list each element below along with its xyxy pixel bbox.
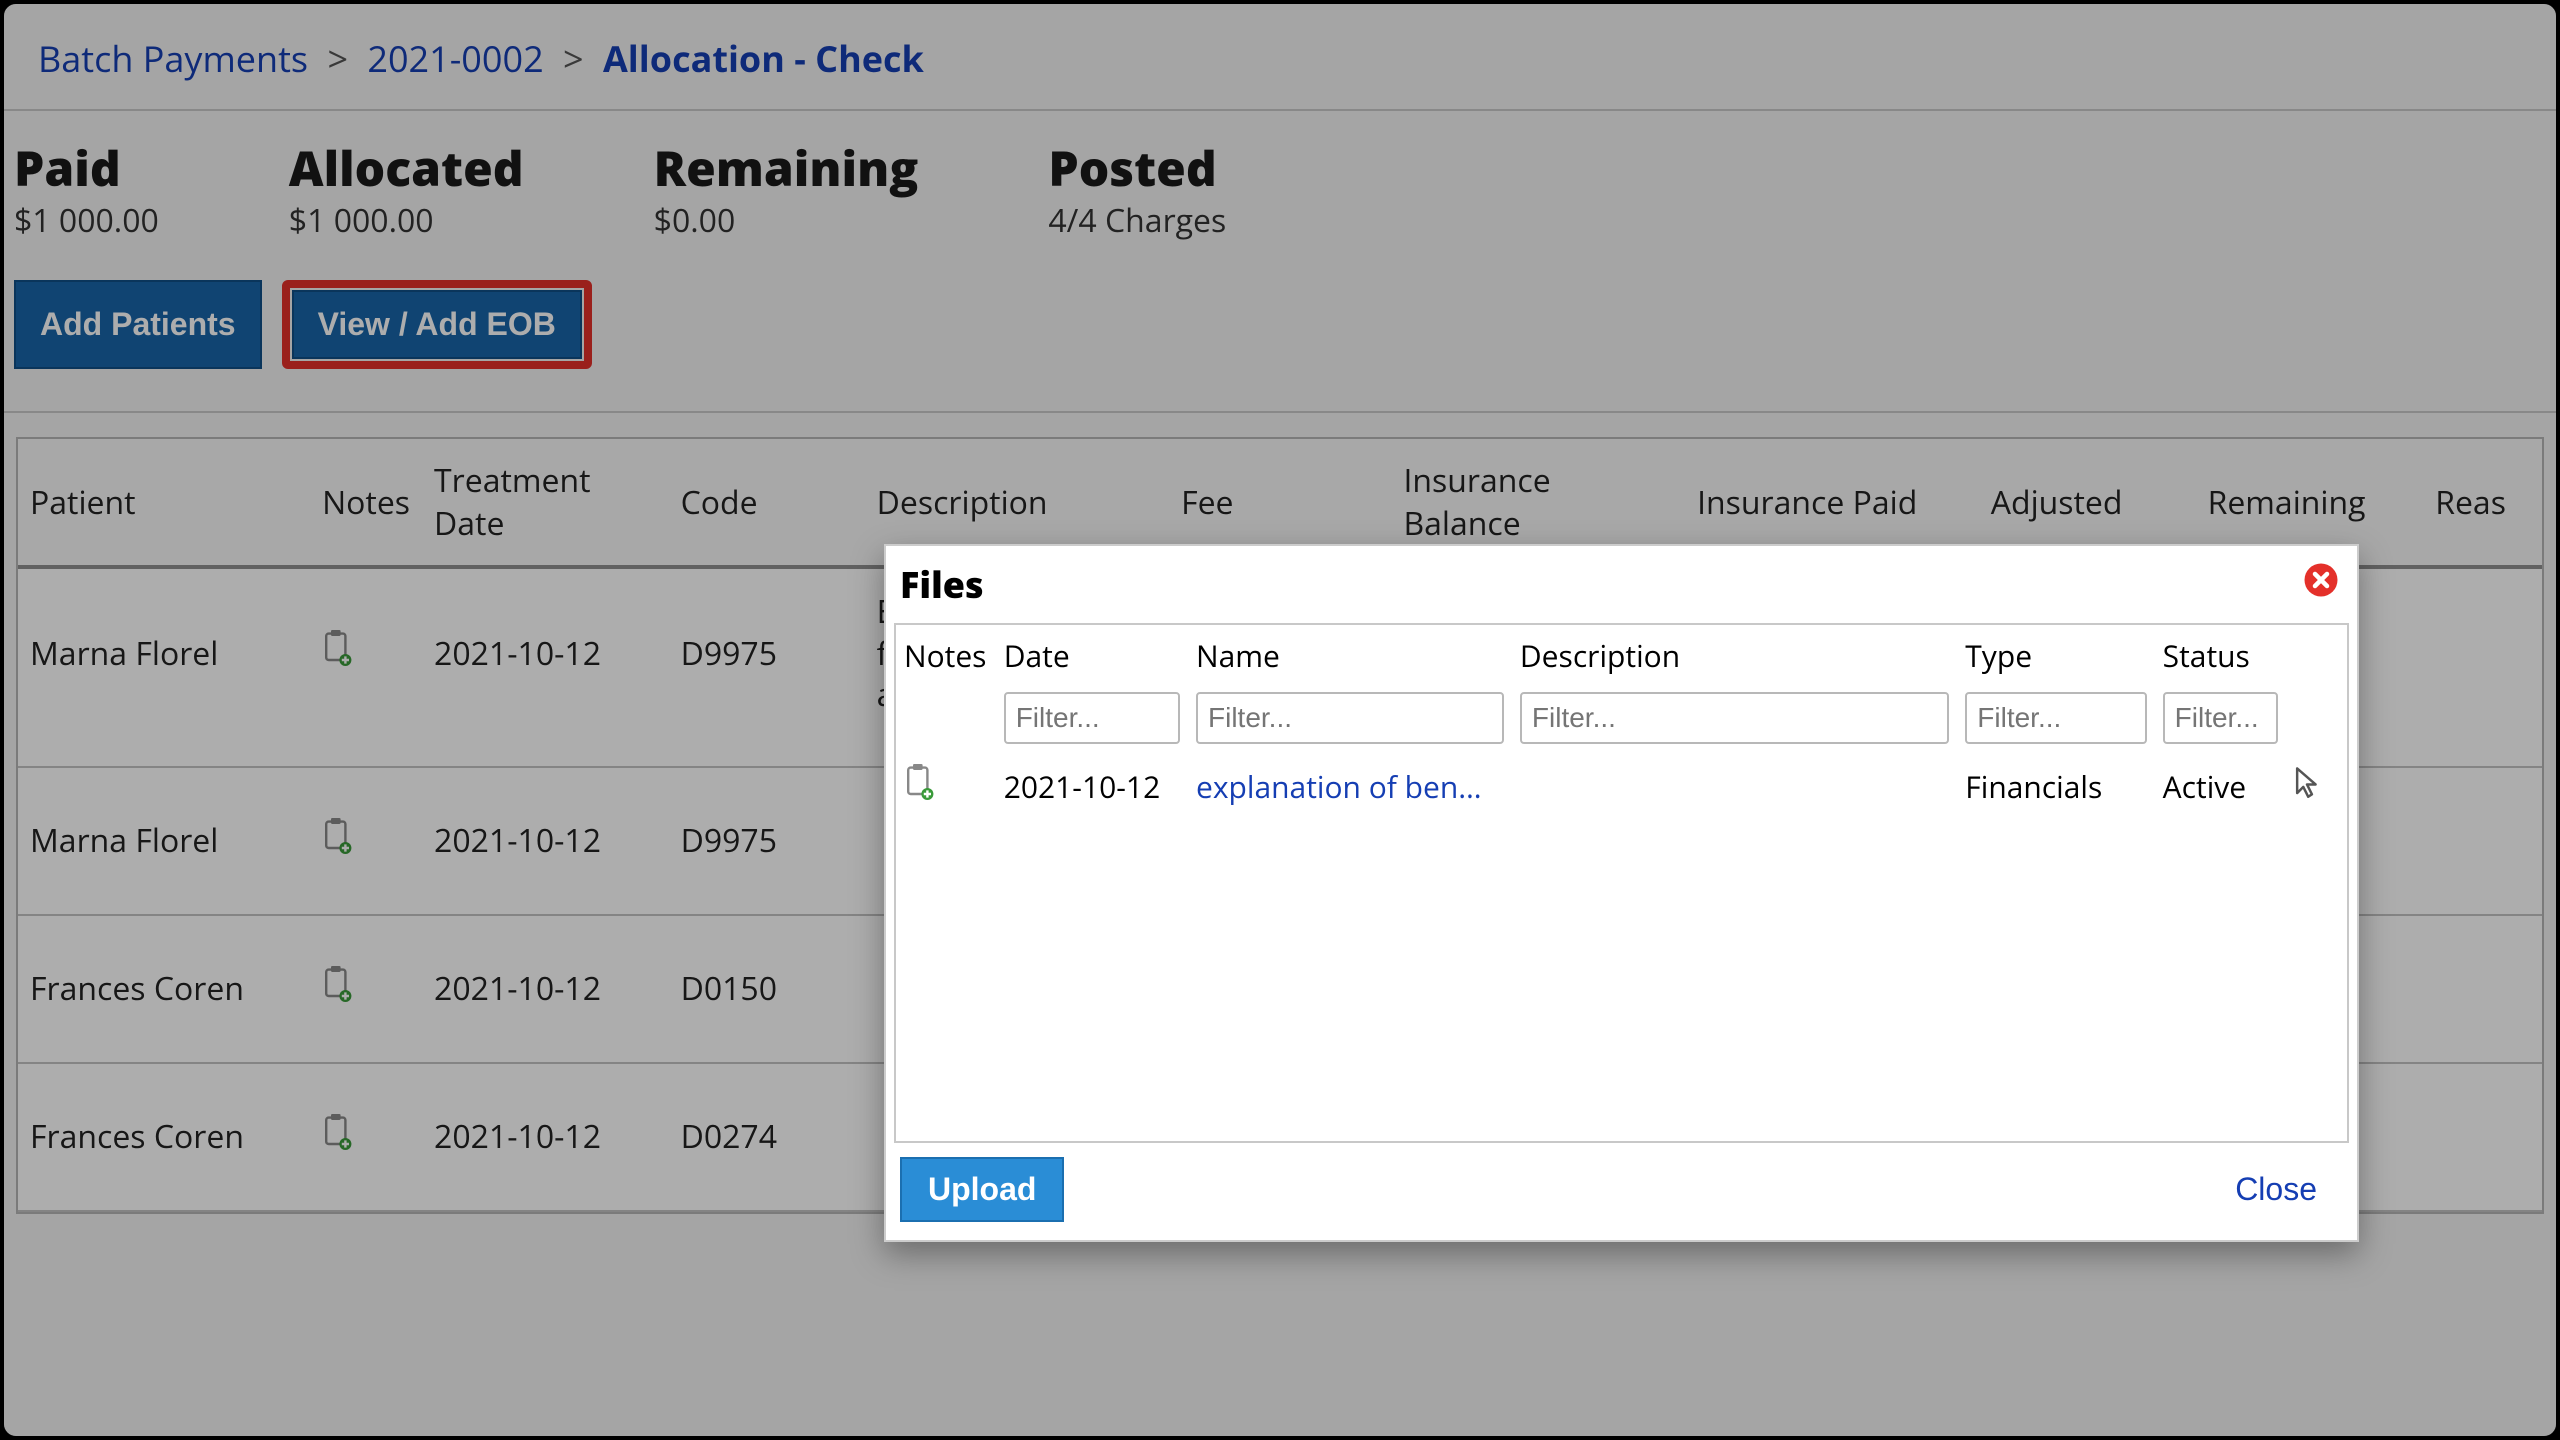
fcol-status[interactable]: Status bbox=[2155, 625, 2287, 682]
breadcrumb: Batch Payments > 2021-0002 > Allocation … bbox=[4, 4, 2556, 111]
filter-description[interactable] bbox=[1520, 692, 1949, 744]
cell-patient: Frances Coren bbox=[18, 1063, 310, 1211]
posted-value: 4/4 Charges bbox=[1048, 199, 1226, 242]
clipboard-add-icon[interactable] bbox=[904, 768, 934, 809]
breadcrumb-sep: > bbox=[327, 34, 348, 83]
filter-status[interactable] bbox=[2163, 692, 2279, 744]
file-description bbox=[1512, 750, 1957, 823]
cursor-icon bbox=[2294, 766, 2320, 807]
col-code[interactable]: Code bbox=[669, 439, 865, 567]
upload-button[interactable]: Upload bbox=[900, 1157, 1064, 1222]
breadcrumb-root[interactable]: Batch Payments bbox=[38, 34, 308, 83]
clipboard-add-icon[interactable] bbox=[322, 969, 352, 1012]
file-type: Financials bbox=[1957, 750, 2154, 823]
col-reason[interactable]: Reas bbox=[2423, 439, 2542, 567]
cell-code: D9975 bbox=[669, 767, 865, 915]
fcol-date[interactable]: Date bbox=[996, 625, 1188, 682]
summary-row: Paid $1 000.00 Allocated $1 000.00 Remai… bbox=[4, 111, 2556, 280]
cell-code: D0150 bbox=[669, 915, 865, 1063]
close-icon[interactable] bbox=[2303, 562, 2339, 607]
clipboard-add-icon[interactable] bbox=[322, 633, 352, 676]
cell-date: 2021-10-12 bbox=[422, 767, 669, 915]
remaining-label: Remaining bbox=[654, 145, 919, 193]
fcol-type[interactable]: Type bbox=[1957, 625, 2154, 682]
fcol-description[interactable]: Description bbox=[1512, 625, 1957, 682]
breadcrumb-mid[interactable]: 2021-0002 bbox=[367, 34, 543, 83]
breadcrumb-current: Allocation - Check bbox=[603, 34, 924, 83]
close-button[interactable]: Close bbox=[2235, 1171, 2317, 1208]
cell-patient: Frances Coren bbox=[18, 915, 310, 1063]
allocated-label: Allocated bbox=[289, 145, 524, 193]
highlight-annotation: View / Add EOB bbox=[282, 280, 592, 369]
files-table: Notes Date Name Description Type Status bbox=[896, 625, 2347, 823]
cell-date: 2021-10-12 bbox=[422, 915, 669, 1063]
file-name-link[interactable]: explanation of benefi… bbox=[1196, 766, 1496, 807]
allocated-value: $1 000.00 bbox=[289, 199, 524, 242]
filter-name[interactable] bbox=[1196, 692, 1504, 744]
breadcrumb-sep: > bbox=[563, 34, 584, 83]
modal-title: Files bbox=[900, 560, 984, 609]
cell-code: D0274 bbox=[669, 1063, 865, 1211]
filter-date[interactable] bbox=[1004, 692, 1180, 744]
cell-patient: Marna Florel bbox=[18, 567, 310, 767]
cell-date: 2021-10-12 bbox=[422, 1063, 669, 1211]
add-patients-button[interactable]: Add Patients bbox=[14, 280, 262, 369]
clipboard-add-icon[interactable] bbox=[322, 821, 352, 864]
col-treatment-date[interactable]: Treatment Date bbox=[422, 439, 669, 567]
posted-label: Posted bbox=[1048, 145, 1226, 193]
remaining-value: $0.00 bbox=[654, 199, 919, 242]
cell-date: 2021-10-12 bbox=[422, 567, 669, 767]
view-add-eob-button[interactable]: View / Add EOB bbox=[292, 290, 582, 359]
file-row[interactable]: 2021-10-12 explanation of benefi… Financ… bbox=[896, 750, 2347, 823]
paid-label: Paid bbox=[14, 145, 159, 193]
file-status: Active bbox=[2155, 750, 2287, 823]
paid-value: $1 000.00 bbox=[14, 199, 159, 242]
col-patient[interactable]: Patient bbox=[18, 439, 310, 567]
files-modal: Files Notes Date Name Description Type S… bbox=[884, 544, 2359, 1242]
fcol-name[interactable]: Name bbox=[1188, 625, 1512, 682]
file-date: 2021-10-12 bbox=[996, 750, 1188, 823]
filter-type[interactable] bbox=[1965, 692, 2146, 744]
clipboard-add-icon[interactable] bbox=[322, 1117, 352, 1160]
col-notes[interactable]: Notes bbox=[310, 439, 422, 567]
cell-patient: Marna Florel bbox=[18, 767, 310, 915]
fcol-notes[interactable]: Notes bbox=[896, 625, 996, 682]
cell-code: D9975 bbox=[669, 567, 865, 767]
